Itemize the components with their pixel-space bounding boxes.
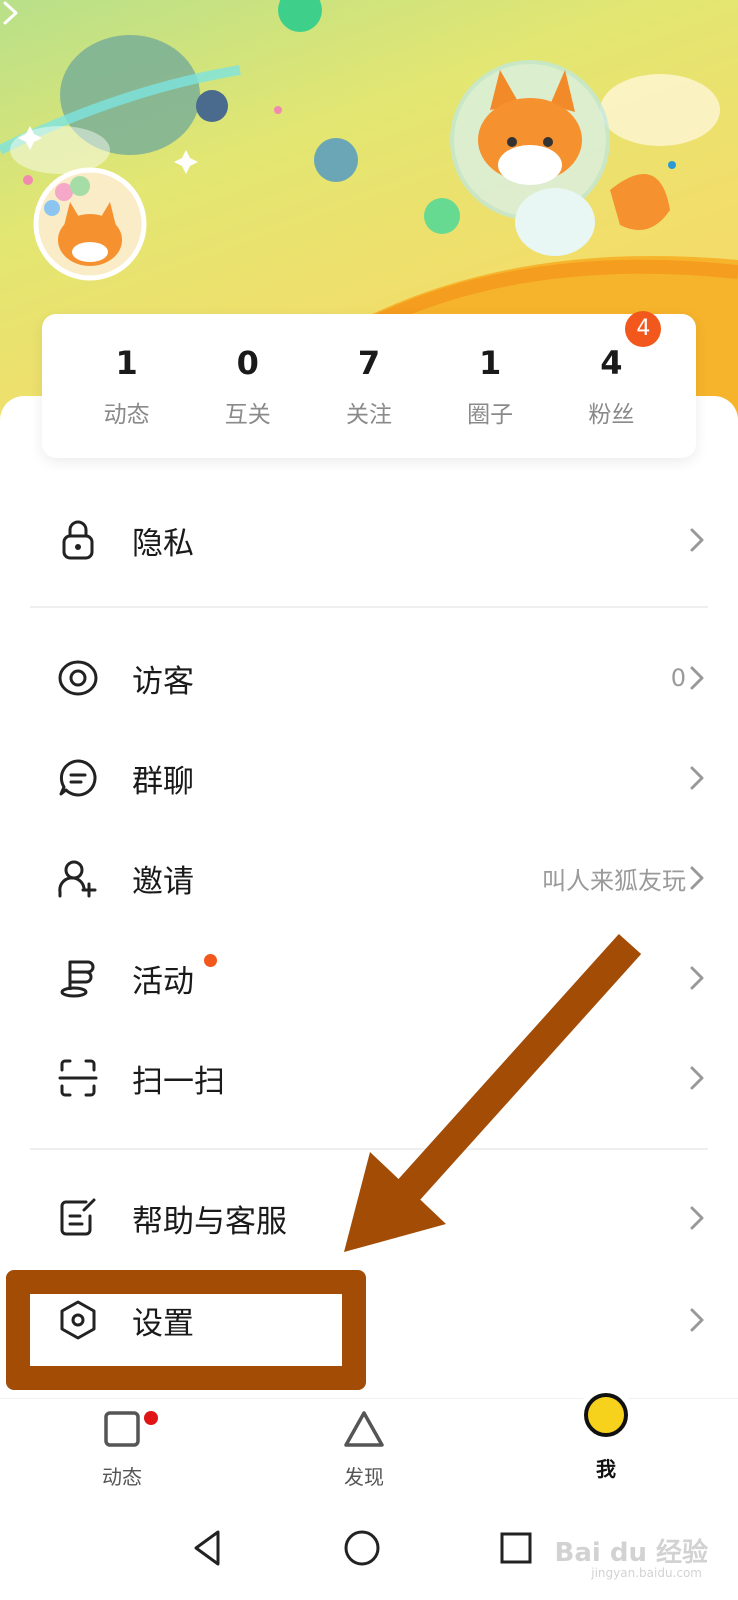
square-icon bbox=[104, 1411, 140, 1447]
home-icon[interactable] bbox=[340, 1526, 384, 1570]
back-icon[interactable] bbox=[186, 1526, 230, 1570]
watermark-logo: Bai du 经验 bbox=[554, 1538, 709, 1568]
triangle-icon bbox=[344, 1411, 384, 1447]
tab-feed[interactable]: 动态 bbox=[52, 1407, 192, 1490]
feed-new-dot bbox=[144, 1411, 158, 1425]
recents-icon[interactable] bbox=[494, 1526, 538, 1570]
tab-me[interactable]: 我 bbox=[536, 1385, 676, 1482]
tab-label: 我 bbox=[596, 1457, 616, 1481]
annotation-highlight-box bbox=[6, 1270, 366, 1390]
tab-label: 发现 bbox=[344, 1465, 384, 1489]
watermark-url: jingyan.baidu.com bbox=[591, 1566, 702, 1580]
tab-label: 动态 bbox=[102, 1465, 142, 1489]
tab-discover[interactable]: 发现 bbox=[294, 1407, 434, 1490]
profile-circle-icon bbox=[578, 1387, 634, 1443]
bottom-tab-bar: 动态 发现 我 bbox=[0, 1387, 738, 1509]
